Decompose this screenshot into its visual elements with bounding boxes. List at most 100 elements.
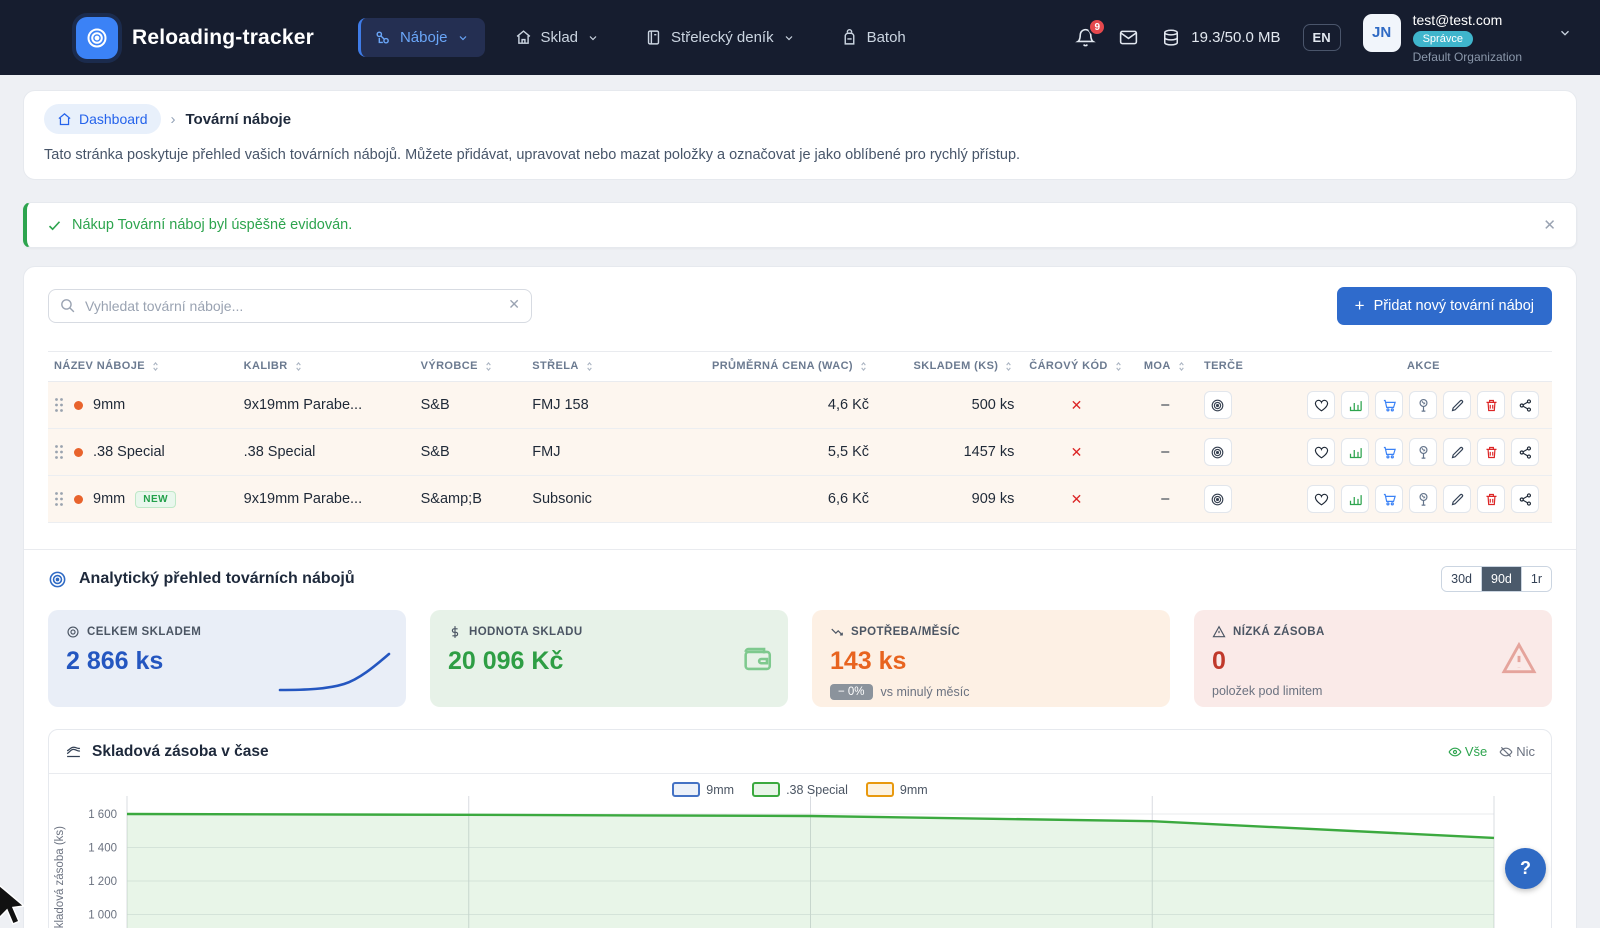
column-header[interactable]: SKLADEM (KS) — [881, 360, 1014, 372]
ammo-table: NÁZEV NÁBOJE KALIBR VÝROBCE STŘELA PRŮMĚ… — [48, 351, 1552, 523]
clear-search-icon[interactable]: ✕ — [508, 296, 520, 313]
svg-text:1 000: 1 000 — [88, 910, 117, 922]
stat-subtext: vs minulý měsíc — [881, 685, 970, 699]
legend-item[interactable]: .38 Special — [752, 782, 848, 797]
home-icon — [57, 112, 72, 127]
legend-swatch — [866, 782, 894, 797]
column-header[interactable]: STŘELA — [532, 360, 691, 372]
share-button[interactable] — [1511, 391, 1539, 419]
breadcrumb-dashboard-link[interactable]: Dashboard — [44, 104, 161, 134]
language-selector[interactable]: EN — [1303, 24, 1341, 51]
legend-item[interactable]: 9mm — [866, 782, 928, 797]
stats-button[interactable] — [1341, 485, 1369, 513]
column-header[interactable]: KALIBR — [244, 360, 409, 372]
favorite-button[interactable] — [1307, 438, 1335, 466]
brand[interactable]: Reloading-tracker — [76, 17, 314, 59]
edit-button[interactable] — [1443, 438, 1471, 466]
column-header[interactable]: PRŮMĚRNÁ CENA (WAC) — [703, 360, 869, 372]
stat-value: 0 — [1212, 647, 1534, 676]
search-icon — [59, 297, 76, 314]
favorite-button[interactable] — [1307, 485, 1335, 513]
nav-item-sklad[interactable]: Sklad — [499, 18, 616, 57]
tree-button[interactable] — [1409, 485, 1437, 513]
caliber-cell: 9x19mm Parabe... — [238, 382, 415, 429]
messages-button[interactable] — [1118, 27, 1139, 48]
bar-chart-icon — [1348, 398, 1363, 413]
bullseye-icon — [48, 570, 67, 589]
targets-button[interactable] — [1204, 438, 1232, 466]
stats-button[interactable] — [1341, 438, 1369, 466]
edit-button[interactable] — [1443, 391, 1471, 419]
tree-icon — [1416, 445, 1431, 460]
nav-item-naboje[interactable]: Náboje — [358, 18, 485, 57]
delete-button[interactable] — [1477, 438, 1505, 466]
stock-chart-svg: 1 6001 4001 2001 000800Skladová zásoba (… — [49, 774, 1524, 928]
barcode-missing-icon: ✕ — [1071, 397, 1083, 413]
table-row[interactable]: 9mm 9x19mm Parabe... S&B FMJ 158 4,6 Kč … — [48, 382, 1552, 429]
stat-low-stock: NÍZKÁ ZÁSOBA 0 položek pod limitem — [1194, 610, 1552, 707]
table-row[interactable]: 9mm NEW 9x19mm Parabe... S&amp;B Subsoni… — [48, 476, 1552, 523]
column-header[interactable]: VÝROBCE — [421, 360, 521, 372]
stock-chart: 9mm .38 Special 9mm 1 6001 4001 2001 000… — [49, 774, 1551, 928]
caliber-cell: 9x19mm Parabe... — [238, 476, 415, 523]
stock-sparkline — [276, 649, 396, 695]
favorite-button[interactable] — [1307, 391, 1335, 419]
cart-icon — [1382, 492, 1397, 507]
show-all-series-button[interactable]: Vše — [1448, 744, 1487, 759]
column-header[interactable]: MOA — [1139, 360, 1192, 372]
drag-handle-icon[interactable] — [54, 491, 64, 507]
legend-item[interactable]: 9mm — [672, 782, 734, 797]
manufacturer-cell: S&B — [415, 382, 527, 429]
buy-button[interactable] — [1375, 438, 1403, 466]
nav-label: Sklad — [541, 29, 579, 46]
tree-button[interactable] — [1409, 438, 1437, 466]
delete-button[interactable] — [1477, 391, 1505, 419]
cart-icon — [1382, 445, 1397, 460]
price-cell: 5,5 Kč — [697, 429, 875, 476]
alert-message: Nákup Tovární náboj byl úspěšně evidován… — [72, 217, 352, 233]
hide-all-series-button[interactable]: Nic — [1499, 744, 1535, 759]
moa-cell: – — [1133, 382, 1198, 429]
range-1r-button[interactable]: 1r — [1522, 567, 1551, 591]
page-description: Tato stránka poskytuje přehled vašich to… — [44, 147, 1556, 163]
success-alert: Nákup Tovární náboj byl úspěšně evidován… — [23, 202, 1577, 248]
stats-button[interactable] — [1341, 391, 1369, 419]
nav-item-strelecky-denik[interactable]: Střelecký deník — [629, 18, 811, 57]
add-ammo-button[interactable]: + Přidat nový tovární náboj — [1337, 287, 1552, 325]
nav-item-batoh[interactable]: Batoh — [825, 18, 922, 57]
buy-button[interactable] — [1375, 391, 1403, 419]
notifications-button[interactable]: 9 — [1075, 27, 1096, 48]
chevron-down-icon — [783, 32, 795, 44]
column-header[interactable]: NÁZEV NÁBOJE — [54, 360, 232, 372]
table-row[interactable]: .38 Special .38 Special S&B FMJ 5,5 Kč 1… — [48, 429, 1552, 476]
svg-text:1 400: 1 400 — [88, 843, 117, 855]
targets-button[interactable] — [1204, 391, 1232, 419]
share-button[interactable] — [1511, 438, 1539, 466]
help-button[interactable]: ? — [1505, 848, 1546, 889]
close-icon[interactable]: ✕ — [1543, 216, 1556, 234]
ammo-icon — [374, 29, 391, 46]
search-input[interactable] — [48, 289, 532, 323]
column-header[interactable]: ČÁROVÝ KÓD — [1026, 360, 1126, 372]
drag-handle-icon[interactable] — [54, 397, 64, 413]
user-menu[interactable]: JN test@test.com Správce Default Organiz… — [1363, 12, 1572, 64]
user-email: test@test.com — [1413, 12, 1522, 28]
drag-handle-icon[interactable] — [54, 444, 64, 460]
range-30d-button[interactable]: 30d — [1442, 567, 1482, 591]
backpack-icon — [841, 29, 858, 46]
warning-triangle-icon — [1500, 640, 1538, 678]
delete-button[interactable] — [1477, 485, 1505, 513]
sort-icon — [483, 361, 494, 372]
edit-button[interactable] — [1443, 485, 1471, 513]
heart-icon — [1314, 445, 1329, 460]
share-button[interactable] — [1511, 485, 1539, 513]
top-navbar: Reloading-tracker Náboje Sklad Střelecký… — [0, 0, 1600, 75]
targets-button[interactable] — [1204, 485, 1232, 513]
storage-indicator[interactable]: 19.3/50.0 MB — [1161, 28, 1280, 48]
tree-button[interactable] — [1409, 391, 1437, 419]
favorite-dot — [74, 495, 83, 504]
buy-button[interactable] — [1375, 485, 1403, 513]
range-90d-button[interactable]: 90d — [1482, 567, 1522, 591]
pencil-icon — [1450, 398, 1465, 413]
eye-icon — [1448, 745, 1462, 759]
